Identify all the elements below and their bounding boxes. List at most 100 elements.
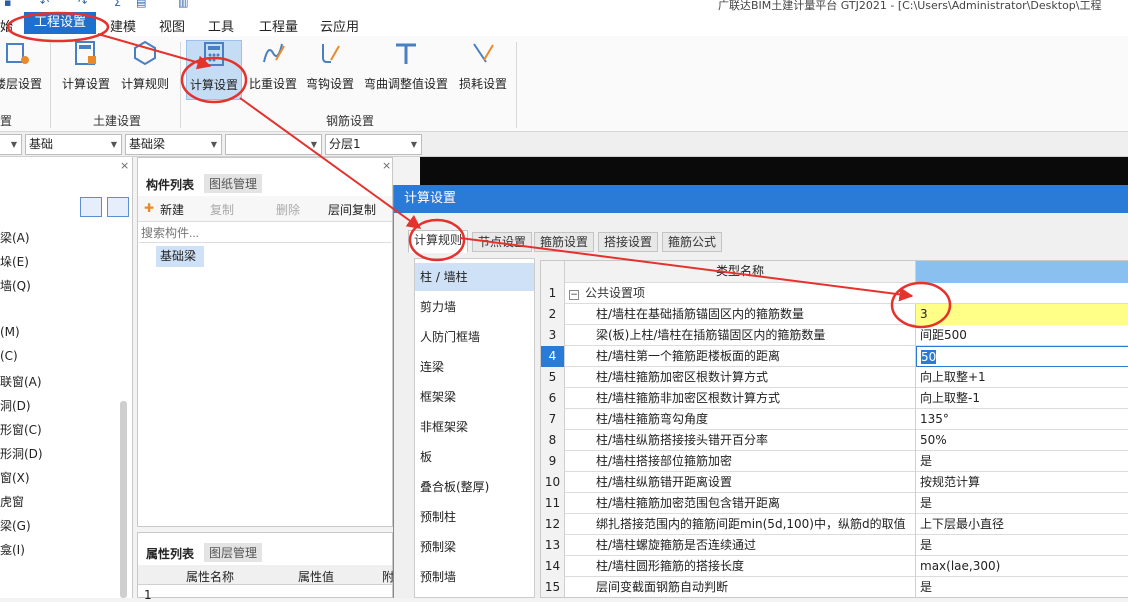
setting-value[interactable]: 向上取整-1 <box>916 388 1128 409</box>
category-item[interactable]: 预制墙 <box>415 563 534 591</box>
bend-adjust-settings-button[interactable]: 弯曲调整值设置 <box>360 40 452 100</box>
setting-value[interactable]: max(lae,300) <box>916 556 1128 577</box>
tree-item[interactable]: 垛(E) <box>0 253 29 270</box>
setting-value[interactable]: 向上取整+1 <box>916 367 1128 388</box>
dropdown-partial[interactable]: ▼ <box>0 134 22 155</box>
tree-item[interactable]: 龛(I) <box>0 541 25 558</box>
print-icon[interactable]: ▥ <box>178 0 188 9</box>
table-row[interactable]: 13 柱/墙柱螺旋箍筋是否连续通过是 <box>541 535 1128 556</box>
report-icon[interactable]: ▤ <box>136 0 146 9</box>
dropdown-component[interactable]: ▼ <box>225 134 322 155</box>
category-item[interactable]: 预制柱 <box>415 503 534 531</box>
setting-value[interactable]: 是 <box>916 535 1128 556</box>
copy-button[interactable]: 复制 <box>210 201 234 218</box>
table-row[interactable]: 2 柱/墙柱在基础插筋锚固区内的箍筋数量 3 <box>541 304 1128 325</box>
new-button[interactable]: 新建 <box>160 201 184 218</box>
group-row[interactable]: 1 − 公共设置项 <box>541 283 1128 304</box>
tab-stirrup-settings[interactable]: 箍筋设置 <box>534 232 595 252</box>
category-item[interactable]: 预制梁 <box>415 533 534 561</box>
tree-item[interactable]: 联窗(A) <box>0 373 42 390</box>
table-row[interactable]: 14 柱/墙柱圆形箍筋的搭接长度 max(lae,300) <box>541 556 1128 577</box>
loss-settings-button[interactable]: 损耗设置 <box>455 40 511 100</box>
tab-lap-settings[interactable]: 搭接设置 <box>598 232 659 252</box>
weight-settings-button[interactable]: 比重设置 <box>246 40 300 100</box>
tree-item[interactable]: 虎窗 <box>0 493 24 510</box>
table-row[interactable]: 9 柱/墙柱搭接部位箍筋加密是 <box>541 451 1128 472</box>
table-row[interactable]: 10 柱/墙柱纵筋错开距离设置 按规范计算 <box>541 472 1128 493</box>
tab-node-settings[interactable]: 节点设置 <box>472 232 533 252</box>
tree-item[interactable]: 梁(A) <box>0 229 30 246</box>
drawing-canvas[interactable] <box>420 157 1128 185</box>
menu-partial-start[interactable]: 始 <box>0 16 13 35</box>
setting-value[interactable]: 是 <box>916 451 1128 472</box>
menu-cloud[interactable]: 云应用 <box>320 16 359 35</box>
dropdown-category[interactable]: 基础 ▼ <box>25 134 122 155</box>
menu-view[interactable]: 视图 <box>159 16 185 35</box>
redo-icon[interactable]: ↷ <box>78 0 87 9</box>
undo-icon[interactable]: ↶ <box>40 0 49 9</box>
tab-property-list[interactable]: 属性列表 <box>146 545 194 562</box>
setting-value[interactable]: 50 <box>916 346 1128 367</box>
category-item[interactable]: 叠合板(整厚) <box>415 473 534 501</box>
card-view-icon[interactable] <box>107 197 129 217</box>
category-item[interactable]: 板 <box>415 443 534 471</box>
tree-item[interactable]: 墙(Q) <box>0 277 31 294</box>
tree-item[interactable]: 窗(X) <box>0 469 30 486</box>
table-row[interactable]: 12 绑扎搭接范围内的箍筋间距min(5d,100)中，纵筋d的取值 上下层最小直径 <box>541 514 1128 535</box>
tree-item[interactable]: 梁(G) <box>0 517 31 534</box>
tab-stirrup-formula[interactable]: 箍筋公式 <box>662 232 723 252</box>
category-item[interactable]: 人防门框墙 <box>415 323 534 351</box>
category-item[interactable]: 框架梁 <box>415 383 534 411</box>
setting-value[interactable]: 按规范计算 <box>916 472 1128 493</box>
calc-rules-button[interactable]: 计算规则 <box>117 40 173 100</box>
category-item[interactable]: 剪力墙 <box>415 293 534 321</box>
collapse-icon[interactable]: − <box>569 290 579 300</box>
hook-settings-button[interactable]: 弯钩设置 <box>303 40 357 100</box>
setting-value[interactable]: 间距500 <box>916 325 1128 346</box>
list-view-icon[interactable] <box>80 197 102 217</box>
tree-item[interactable]: (C) <box>0 349 18 363</box>
close-icon[interactable]: × <box>382 159 391 172</box>
floor-copy-button[interactable]: 层间复制 <box>328 201 376 218</box>
setting-value[interactable]: 50% <box>916 430 1128 451</box>
table-row[interactable]: 6 柱/墙柱箍筋非加密区根数计算方式 向上取整-1 <box>541 388 1128 409</box>
sum-icon[interactable]: Σ <box>114 0 121 9</box>
tree-item[interactable]: (M) <box>0 325 20 339</box>
table-row[interactable]: 11 柱/墙柱箍筋加密范围包含错开距离是 <box>541 493 1128 514</box>
tree-item[interactable]: 洞(D) <box>0 397 31 414</box>
category-item[interactable]: 柱 / 墙柱 <box>415 263 534 291</box>
category-item[interactable]: 连梁 <box>415 353 534 381</box>
table-row[interactable]: 4 柱/墙柱第一个箍筋距楼板面的距离 50 <box>541 346 1128 367</box>
close-icon[interactable]: × <box>120 159 129 172</box>
scrollbar[interactable] <box>120 401 127 598</box>
tree-item[interactable]: 形窗(C) <box>0 421 42 438</box>
delete-button[interactable]: 删除 <box>276 201 300 218</box>
tree-item[interactable]: 形洞(D) <box>0 445 43 462</box>
menu-quantities[interactable]: 工程量 <box>259 16 298 35</box>
tab-component-list[interactable]: 构件列表 <box>146 176 194 193</box>
menu-tools[interactable]: 工具 <box>208 16 234 35</box>
menu-modeling[interactable]: 建模 <box>110 16 136 35</box>
table-row[interactable]: 3 梁(板)上柱/墙柱在插筋锚固区内的箍筋数量 间距500 <box>541 325 1128 346</box>
setting-value[interactable]: 是 <box>916 577 1128 597</box>
menu-project-settings[interactable]: 工程设置 <box>24 12 96 34</box>
table-row[interactable]: 5 柱/墙柱箍筋加密区根数计算方式 向上取整+1 <box>541 367 1128 388</box>
save-icon[interactable]: ▪ <box>4 0 11 9</box>
setting-value[interactable]: 135° <box>916 409 1128 430</box>
component-search-input[interactable] <box>139 223 391 243</box>
floor-settings-button[interactable]: 楼层设置 <box>0 40 42 100</box>
setting-value[interactable]: 上下层最小直径 <box>916 514 1128 535</box>
tab-drawing-management[interactable]: 图纸管理 <box>204 174 263 193</box>
table-row[interactable]: 8 柱/墙柱纵筋搭接接头错开百分率 50% <box>541 430 1128 451</box>
tab-calc-rules[interactable]: 计算规则 <box>408 230 469 253</box>
dropdown-layer[interactable]: 分层1 ▼ <box>325 134 422 155</box>
setting-value[interactable]: 是 <box>916 493 1128 514</box>
tab-layer-management[interactable]: 图层管理 <box>204 543 263 562</box>
setting-value[interactable]: 3 <box>916 304 1128 325</box>
table-row[interactable]: 15 层间变截面钢筋自动判断是 <box>541 577 1128 597</box>
component-list-item[interactable]: 基础梁 <box>156 246 204 267</box>
dropdown-type[interactable]: 基础梁 ▼ <box>125 134 222 155</box>
category-item[interactable]: 非框架梁 <box>415 413 534 441</box>
civil-calc-settings-button[interactable]: 计算设置 <box>58 40 114 100</box>
rebar-calc-settings-button[interactable]: 计算设置 <box>186 40 242 100</box>
